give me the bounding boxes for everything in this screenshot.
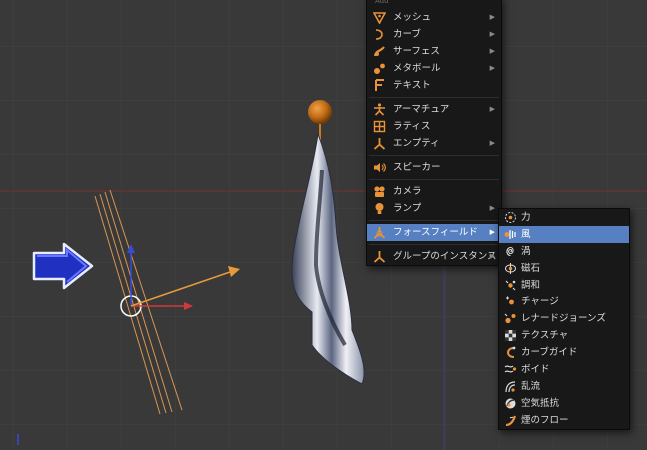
add-menu-header: Add [375, 0, 389, 5]
menu-item-label: チャージ [521, 296, 559, 308]
menu-item-label: 力 [521, 212, 531, 223]
menu-item-curve[interactable]: カーブ ▶ [367, 26, 501, 43]
menu-item-camera[interactable]: カメラ [367, 183, 501, 200]
curve-guide-icon [507, 346, 516, 359]
metaball-icon [374, 63, 385, 74]
empty-icon [373, 138, 386, 150]
menu-item-force-field[interactable]: フォースフィールド ▶ [367, 224, 501, 241]
lattice-icon [373, 120, 386, 133]
add-menu: Add メッシュ ▶ カーブ ▶ サーフェス ▶ メタボール ▶ テキスト アー… [366, 0, 502, 266]
force-field-icon [373, 227, 386, 239]
menu-item-label: メタボール [393, 63, 441, 74]
menu-item-label: グループのインスタンス [393, 251, 497, 262]
lamp-icon [375, 203, 384, 214]
force-field-submenu: 力 風 渦 磁石 調和 チャージ レナードジョーンズ テクスチャ カーブガイド … [498, 208, 630, 430]
wind-icon [504, 229, 516, 239]
menu-item-mesh[interactable]: メッシュ ▶ [367, 9, 501, 26]
menu-item-wind[interactable]: 風 [499, 225, 629, 243]
menu-item-label: カメラ [393, 186, 422, 197]
menu-item-speaker[interactable]: スピーカー [367, 159, 501, 176]
menu-item-label: 空気抵抗 [521, 397, 560, 409]
submenu-arrow-icon: ▶ [489, 30, 495, 38]
text-icon [375, 79, 384, 91]
menu-item-label: スピーカー [393, 162, 441, 173]
submenu-arrow-icon: ▶ [489, 252, 495, 260]
menu-item-group-instance[interactable]: グループのインスタンス ▶ [367, 248, 501, 265]
menu-item-label: レナードジョーンズ [521, 313, 606, 325]
smoke-flow-icon [505, 415, 517, 426]
menu-separator [369, 244, 499, 245]
menu-item-label: 乱流 [521, 380, 541, 392]
submenu-arrow-icon: ▶ [489, 139, 495, 147]
menu-item-vortex[interactable]: 渦 [499, 243, 629, 260]
menu-item-label: メッシュ [393, 12, 432, 23]
menu-item-label: 調和 [521, 279, 541, 291]
menu-item-text[interactable]: テキスト [367, 77, 501, 94]
submenu-arrow-icon: ▶ [489, 228, 495, 236]
menu-separator [369, 155, 499, 156]
menu-item-drag[interactable]: 空気抵抗 [499, 395, 629, 412]
menu-item-lattice[interactable]: ラティス [367, 118, 501, 135]
submenu-arrow-icon: ▶ [489, 204, 495, 212]
menu-item-label: 渦 [521, 245, 531, 257]
menu-item-label: ボイド [521, 364, 550, 376]
harmonic-icon [505, 280, 516, 290]
speaker-icon [374, 163, 386, 172]
boid-icon [504, 365, 517, 373]
submenu-arrow-icon: ▶ [489, 13, 495, 21]
menu-item-harmonic[interactable]: 調和 [499, 277, 629, 294]
menu-item-curve-guide[interactable]: カーブガイド [499, 344, 629, 361]
menu-item-label: アーマチュア [393, 104, 450, 115]
menu-item-metaball[interactable]: メタボール ▶ [367, 60, 501, 77]
menu-item-label: ラティス [393, 121, 431, 132]
menu-item-label: ランプ [393, 203, 422, 214]
menu-item-label: 風 [521, 228, 531, 240]
lennard-jones-icon [504, 313, 516, 324]
vortex-icon [506, 246, 514, 256]
menu-item-armature[interactable]: アーマチュア ▶ [367, 101, 501, 118]
menu-item-label: カーブガイド [521, 347, 578, 359]
menu-item-label: テキスト [393, 80, 431, 91]
menu-item-force[interactable]: 力 [499, 209, 629, 226]
menu-item-empty[interactable]: エンプティ ▶ [367, 135, 501, 152]
menu-item-label: サーフェス [393, 46, 440, 57]
drag-icon [505, 398, 516, 409]
menu-item-turbulence[interactable]: 乱流 [499, 378, 629, 395]
magnet-icon [505, 262, 516, 274]
camera-icon [374, 186, 385, 197]
surface-icon [373, 46, 385, 57]
menu-item-magnet[interactable]: 磁石 [499, 260, 629, 277]
menu-item-lennard-jones[interactable]: レナードジョーンズ [499, 310, 629, 327]
texture-icon [505, 330, 516, 342]
submenu-arrow-icon: ▶ [489, 64, 495, 72]
menu-separator [369, 97, 499, 98]
menu-item-lamp[interactable]: ランプ ▶ [367, 200, 501, 217]
armature-icon [374, 103, 385, 116]
menu-item-label: テクスチャ [521, 330, 569, 342]
submenu-arrow-icon: ▶ [489, 47, 495, 55]
mesh-icon [373, 12, 386, 24]
menu-item-label: エンプティ [393, 138, 440, 149]
flag-pole-ball [308, 100, 332, 124]
menu-item-boid[interactable]: ボイド [499, 361, 629, 378]
group-instance-icon [373, 251, 386, 263]
menu-item-label: カーブ [393, 29, 421, 40]
menu-item-label: フォースフィールド [393, 227, 478, 238]
charge-icon [506, 296, 514, 305]
menu-separator [369, 179, 499, 180]
menu-item-smoke-flow[interactable]: 煙のフロー [499, 412, 629, 429]
turbulence-icon [505, 381, 516, 392]
submenu-arrow-icon: ▶ [489, 105, 495, 113]
force-icon [505, 212, 516, 223]
menu-item-label: 煙のフロー [521, 414, 569, 426]
curve-icon [375, 29, 383, 40]
menu-item-label: 磁石 [521, 262, 541, 274]
menu-item-texture[interactable]: テクスチャ [499, 327, 629, 344]
menu-item-surface[interactable]: サーフェス ▶ [367, 43, 501, 60]
menu-item-charge[interactable]: チャージ [499, 293, 629, 310]
menu-separator [369, 220, 499, 221]
